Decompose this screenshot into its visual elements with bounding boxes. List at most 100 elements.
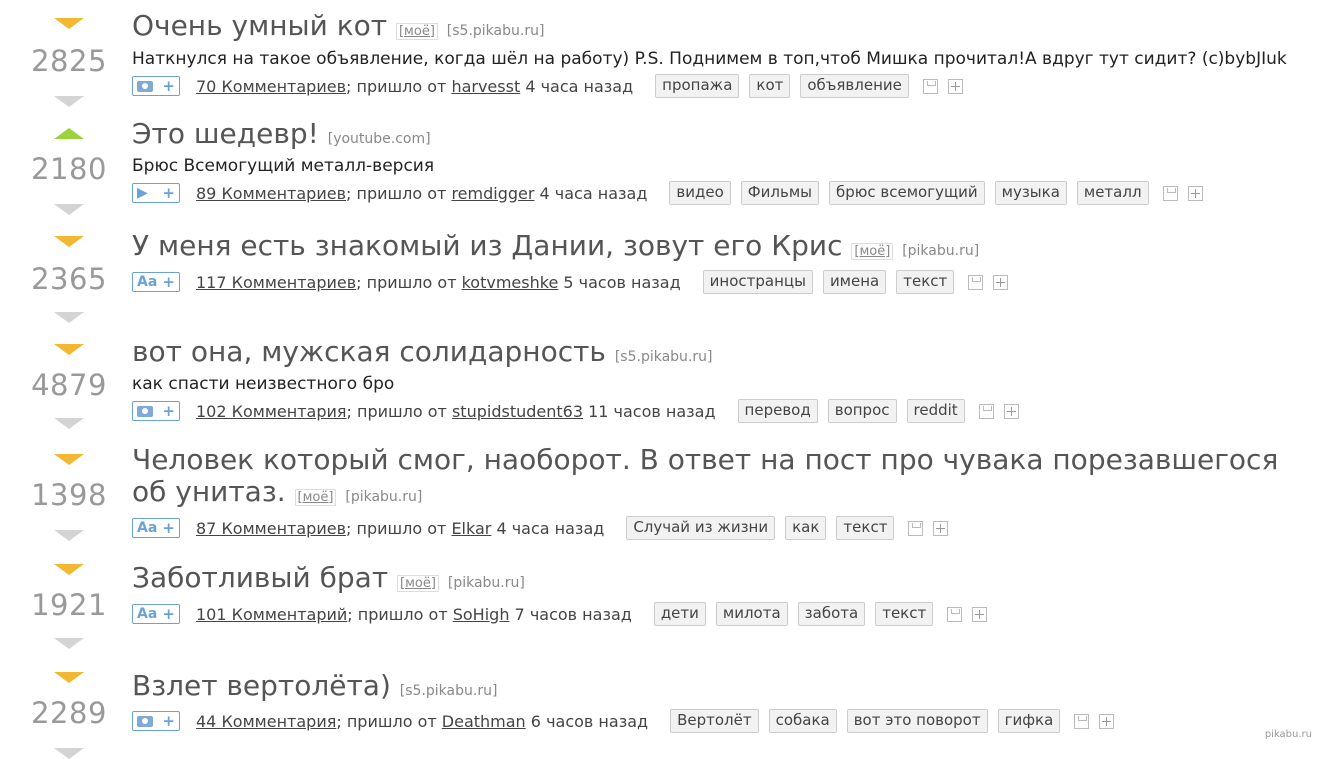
save-icon[interactable] (978, 403, 994, 419)
post-type-button[interactable]: + (132, 401, 180, 421)
comments-link[interactable]: 101 Комментарий (196, 605, 347, 624)
vote-down-icon[interactable] (54, 748, 84, 759)
tag[interactable]: объявление (800, 74, 909, 98)
comments-link[interactable]: 70 Комментариев (196, 77, 346, 96)
tag[interactable]: Случай из жизни (626, 516, 776, 540)
play-icon: ▶ (137, 185, 148, 201)
author-link[interactable]: SoHigh (453, 605, 510, 624)
vote-down-icon[interactable] (54, 312, 84, 323)
moe-badge[interactable]: [моё] (397, 575, 439, 592)
tag[interactable]: Вертолёт (670, 709, 759, 733)
post-title-line: Взлет вертолёта) [s5.pikabu.ru] (132, 670, 1306, 707)
post-type-button[interactable]: Aa + (132, 518, 180, 538)
post-source: [s5.pikabu.ru] (399, 683, 498, 699)
tag[interactable]: пропажа (655, 74, 740, 98)
vote-up-icon[interactable] (54, 454, 84, 465)
author-link[interactable]: stupidstudent63 (452, 402, 583, 421)
add-icon[interactable] (1099, 713, 1115, 729)
tag[interactable]: кот (749, 74, 791, 98)
post-title[interactable]: Взлет вертолёта) (132, 669, 391, 702)
add-icon[interactable] (933, 520, 949, 536)
post-title[interactable]: Это шедевр! (132, 117, 319, 150)
moe-badge[interactable]: [моё] (395, 23, 438, 40)
plus-icon: + (162, 712, 175, 730)
vote-down-icon[interactable] (54, 204, 84, 215)
vote-up-icon[interactable] (54, 672, 84, 683)
add-icon[interactable] (947, 78, 963, 94)
meta-from-label: ; пришло от (346, 76, 447, 96)
save-icon[interactable] (1074, 713, 1090, 729)
post-type-button[interactable]: ▶ + (132, 183, 180, 203)
post-description: Наткнулся на такое объявление, когда шёл… (132, 49, 1287, 69)
score-value: 1398 (31, 478, 107, 512)
tag[interactable]: reddit (906, 399, 965, 423)
tag[interactable]: дети (653, 602, 706, 626)
tag[interactable]: вот это поворот (846, 709, 988, 733)
post-type-button[interactable]: Aa + (132, 272, 180, 292)
tag[interactable]: вопрос (827, 399, 897, 423)
save-icon[interactable] (908, 520, 924, 536)
vote-down-icon[interactable] (54, 418, 84, 429)
post-time: 4 часа назад (496, 518, 605, 538)
post-title[interactable]: вот она, мужская солидарность (132, 335, 606, 368)
vote-up-icon[interactable] (54, 564, 84, 575)
comments-link[interactable]: 89 Комментариев (196, 184, 346, 203)
comments-link[interactable]: 117 Комментариев (196, 273, 356, 292)
meta-from-label: ; пришло от (346, 401, 447, 421)
tag[interactable]: текст (836, 516, 895, 540)
vote-up-icon[interactable] (54, 18, 84, 29)
add-icon[interactable] (1003, 403, 1019, 419)
post-type-button[interactable]: + (132, 711, 180, 731)
comments-link[interactable]: 87 Комментариев (196, 519, 346, 538)
vote-up-icon[interactable] (54, 128, 84, 139)
vote-up-icon[interactable] (54, 344, 84, 355)
add-icon[interactable] (993, 274, 1009, 290)
tag[interactable]: милота (715, 602, 788, 626)
post-time: 7 часов назад (514, 604, 632, 624)
post-title[interactable]: Очень умный кот (132, 9, 387, 42)
comments-link[interactable]: 102 Комментария (196, 402, 347, 421)
tag[interactable]: иностранцы (702, 270, 813, 294)
tag[interactable]: брюс всемогущий (829, 181, 985, 205)
tag[interactable]: металл (1076, 181, 1149, 205)
post-title[interactable]: Заботливый брат (132, 561, 388, 594)
tag[interactable]: текст (875, 602, 934, 626)
add-icon[interactable] (972, 606, 988, 622)
tag[interactable]: забота (797, 602, 866, 626)
vote-down-icon[interactable] (54, 530, 84, 541)
post-title-line: Очень умный кот [моё] [s5.pikabu.ru] (132, 10, 1306, 48)
author-link[interactable]: Elkar (451, 519, 491, 538)
author-link[interactable]: Deathman (442, 712, 526, 731)
save-icon[interactable] (947, 606, 963, 622)
post-title[interactable]: У меня есть знакомый из Дании, зовут его… (132, 229, 842, 262)
vote-down-icon[interactable] (54, 96, 84, 107)
post-meta: Aa + 87 Комментариев; пришло от Elkar 4 ча… (132, 516, 1306, 540)
vote-down-icon[interactable] (54, 638, 84, 649)
tag[interactable]: видео (669, 181, 731, 205)
save-icon[interactable] (922, 78, 938, 94)
author-link[interactable]: kotvmeshke (462, 273, 559, 292)
vote-up-icon[interactable] (54, 236, 84, 247)
tag[interactable]: собака (768, 709, 837, 733)
comments-link[interactable]: 44 Комментария (196, 712, 336, 731)
moe-badge[interactable]: [моё] (294, 489, 337, 506)
tag[interactable]: как (785, 516, 827, 540)
save-icon[interactable] (968, 274, 984, 290)
meta-from-label: ; пришло от (346, 518, 447, 538)
tag[interactable]: имена (822, 270, 887, 294)
moe-badge[interactable]: [моё] (851, 243, 894, 260)
tag[interactable]: Фильмы (740, 181, 820, 205)
tag[interactable]: гифка (997, 709, 1061, 733)
tag[interactable]: текст (896, 270, 955, 294)
plus-icon: + (162, 402, 175, 420)
save-icon[interactable] (1162, 185, 1178, 201)
camera-icon (137, 715, 153, 727)
author-link[interactable]: remdigger (451, 184, 534, 203)
plus-icon: + (162, 77, 175, 95)
tag[interactable]: перевод (737, 399, 818, 423)
post-type-button[interactable]: Aa + (132, 604, 180, 624)
add-icon[interactable] (1187, 185, 1203, 201)
author-link[interactable]: harvesst (451, 77, 520, 96)
post-type-button[interactable]: + (132, 76, 180, 96)
tag[interactable]: музыка (994, 181, 1067, 205)
